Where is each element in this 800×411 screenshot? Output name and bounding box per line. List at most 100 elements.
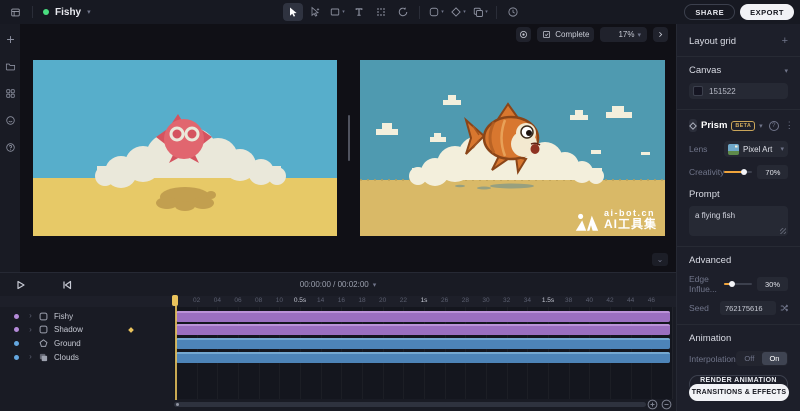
play-button[interactable] [14, 278, 28, 292]
timecode-value: 00:00:00 / 00:02:00 [300, 280, 369, 289]
zoom-value: 17% [618, 30, 634, 39]
ruler-label: 26 [441, 297, 448, 304]
rotate-tool-button[interactable] [393, 3, 413, 21]
ruler-label: 44 [627, 297, 634, 304]
project-title: Fishy [55, 7, 81, 18]
add-layout-grid-button[interactable]: + [782, 35, 788, 47]
comments-icon[interactable] [3, 113, 17, 127]
layer-row-fishy[interactable]: ›Fishy [0, 310, 173, 323]
toolbar-divider [496, 6, 497, 19]
ruler-label: 46 [648, 297, 655, 304]
collapse-timeline-button[interactable]: ⌄ [652, 253, 668, 266]
transitions-effects-button[interactable]: TRANSITIONS & EFFECTS [689, 384, 789, 401]
zoom-out-icon[interactable] [661, 399, 672, 410]
creativity-label: Creativity [689, 167, 724, 177]
timeline-zoom-controls [647, 399, 672, 410]
edge-influence-slider[interactable] [724, 280, 752, 288]
boolean-tool-button[interactable]: ▾ [470, 3, 490, 21]
timeline-scrollbar[interactable] [174, 402, 646, 407]
layer-row-ground[interactable]: ›Ground [0, 337, 173, 350]
folder-icon[interactable] [3, 59, 17, 73]
skip-to-start-button[interactable] [60, 278, 74, 292]
seed-input[interactable]: 762175616 [720, 301, 776, 315]
canvas-color-swatch[interactable] [693, 86, 703, 96]
topbar: Fishy ▾ ▾▾▾▾ SHARE EXPORT [0, 0, 800, 24]
layer-row-shadow[interactable]: › Shadow [0, 323, 173, 336]
project-menu-chevron-icon[interactable]: ▾ [87, 8, 91, 16]
prism-help-icon[interactable]: ? [769, 121, 779, 131]
resize-handle[interactable] [780, 228, 786, 234]
creativity-slider[interactable] [724, 168, 752, 176]
snapshot-button[interactable] [516, 27, 531, 42]
track-bar-clouds[interactable] [176, 352, 670, 363]
layer-name: Shadow [54, 325, 83, 334]
select-tool-button[interactable] [283, 3, 303, 21]
layer-expand-chevron-icon[interactable]: › [26, 312, 35, 320]
track-lanes[interactable] [174, 307, 672, 399]
artboard-frame-2[interactable]: ai-bot.cn AI工具集 [360, 60, 665, 236]
text-tool-button[interactable] [349, 3, 369, 21]
complete-button[interactable]: Complete [537, 27, 594, 42]
diamond-tool-button[interactable]: ▾ [448, 3, 468, 21]
playhead-handle[interactable] [172, 295, 178, 306]
timeline: 00:00:00 / 00:02:00 ▾ 02040608100.5s1416… [0, 272, 676, 411]
canvas-section-chevron-icon[interactable]: ▾ [784, 67, 788, 75]
prompt-textarea[interactable]: a flying fish [689, 206, 788, 236]
layer-color-dot [14, 355, 19, 360]
edge-influence-label: Edge Influe... [689, 274, 724, 294]
rectangle-tool-button[interactable]: ▾ [327, 3, 347, 21]
direct-select-tool-button[interactable] [305, 3, 325, 21]
complete-icon [542, 30, 551, 39]
shuffle-seed-icon[interactable] [780, 304, 788, 312]
zoom-in-icon[interactable] [647, 399, 658, 410]
expand-panel-button[interactable] [653, 27, 668, 42]
history-tool-button[interactable] [503, 3, 523, 21]
track-bar-ground[interactable] [176, 338, 670, 349]
prism-menu-icon[interactable]: ⋮ [785, 120, 794, 131]
canvas-controls: Complete 17% ▾ [516, 27, 668, 42]
layer-expand-chevron-icon[interactable]: › [26, 353, 35, 361]
help-icon[interactable] [3, 140, 17, 154]
ruler-label: 40 [586, 297, 593, 304]
creativity-value[interactable]: 70% [757, 165, 788, 179]
divider [677, 324, 800, 325]
ruler-label: 28 [462, 297, 469, 304]
ruler-label: 1.5s [542, 297, 554, 304]
track-bar-shadow[interactable] [176, 324, 670, 335]
transport-bar: 00:00:00 / 00:02:00 ▾ [0, 273, 676, 296]
project-status-dot [43, 9, 49, 15]
prism-collapse-chevron-icon[interactable]: ▾ [759, 122, 763, 130]
timeline-ruler[interactable]: 02040608100.5s14161820221s26283032341.5s… [0, 296, 676, 307]
interpolation-label: Interpolation [689, 354, 736, 364]
layer-row-clouds[interactable]: ›Clouds [0, 351, 173, 364]
keyframe-indicator[interactable] [128, 327, 134, 333]
timecode-dropdown[interactable]: 00:00:00 / 00:02:00 ▾ [300, 280, 376, 289]
complete-label: Complete [555, 30, 589, 39]
canvas-color-input[interactable]: 151522 [689, 83, 788, 99]
track-bar-fishy[interactable] [176, 311, 670, 322]
layout-grid-label: Layout grid [689, 36, 736, 47]
right-panel: Layout grid + Canvas ▾ 151522 Prism [676, 24, 800, 411]
edge-influence-value[interactable]: 30% [757, 277, 788, 291]
export-button[interactable]: EXPORT [740, 4, 794, 20]
ruler-label: 14 [317, 297, 324, 304]
assets-icon[interactable] [3, 86, 17, 100]
ruler-label: 08 [255, 297, 262, 304]
pixel-grid-tool-button[interactable] [371, 3, 391, 21]
frame-tool-button[interactable]: ▾ [426, 3, 446, 21]
interpolation-off-button[interactable]: Off [737, 352, 762, 365]
app-menu-icon[interactable] [8, 5, 22, 19]
interpolation-on-button[interactable]: On [762, 352, 787, 365]
ruler-label: 04 [214, 297, 221, 304]
canvas-area[interactable]: Complete 17% ▾ [20, 24, 676, 272]
lens-dropdown[interactable]: Pixel Art ▾ [724, 141, 788, 157]
left-sidebar [0, 24, 20, 272]
canvas-scrollbar[interactable] [348, 115, 350, 161]
zoom-dropdown[interactable]: 17% ▾ [612, 27, 647, 42]
layer-expand-chevron-icon[interactable]: › [26, 326, 35, 334]
share-button[interactable]: SHARE [684, 4, 735, 20]
split-view-button[interactable] [600, 27, 612, 42]
playhead-line [175, 306, 177, 400]
add-icon[interactable] [3, 32, 17, 46]
artboard-frame-1[interactable] [33, 60, 337, 236]
